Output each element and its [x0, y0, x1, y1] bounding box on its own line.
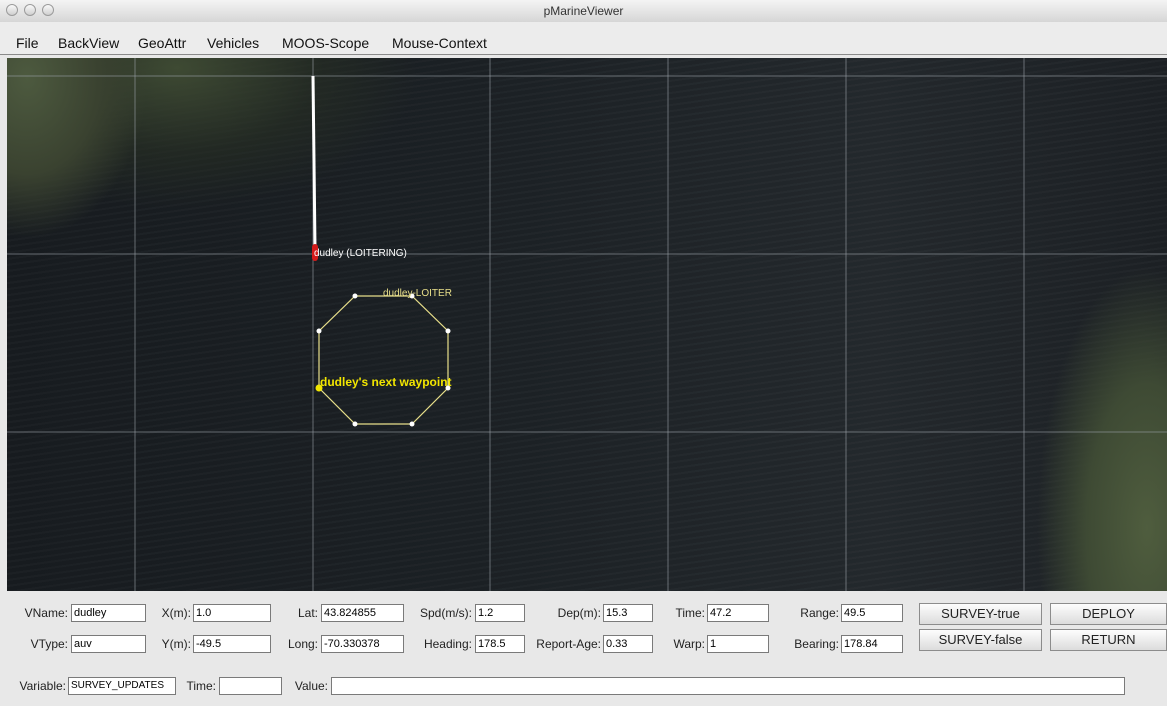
heading-label: Heading:	[423, 637, 472, 651]
range-label: Range:	[800, 606, 839, 620]
vtype-field[interactable]: auv	[71, 635, 146, 653]
vname-label: VName:	[24, 606, 68, 620]
return-button[interactable]: RETURN	[1050, 629, 1167, 651]
survey-true-button[interactable]: SURVEY-true	[919, 603, 1042, 625]
speed-label: Spd(m/s):	[419, 606, 472, 620]
warp-field[interactable]: 1	[707, 635, 769, 653]
time-label: Time:	[675, 606, 705, 620]
vehicle-label: dudley (LOITERING)	[314, 248, 407, 259]
time-field[interactable]: 47.2	[707, 604, 769, 622]
depth-label: Dep(m):	[557, 606, 601, 620]
vname-field[interactable]: dudley	[71, 604, 146, 622]
x-label: X(m):	[161, 606, 191, 620]
scope-time-field[interactable]	[219, 677, 282, 695]
scope-time-label: Time:	[186, 679, 216, 693]
map-viewport[interactable]: dudley (LOITERING) dudley-LOITER dudley'…	[7, 58, 1167, 591]
heading-field[interactable]: 178.5	[475, 635, 525, 653]
deploy-button[interactable]: DEPLOY	[1050, 603, 1167, 625]
loiter-polygon	[318, 295, 449, 425]
report-age-label: Report-Age:	[536, 637, 601, 651]
range-field[interactable]: 49.5	[841, 604, 903, 622]
menu-mouse-context[interactable]: Mouse-Context	[392, 35, 487, 51]
survey-false-button[interactable]: SURVEY-false	[919, 629, 1042, 651]
y-label: Y(m):	[161, 637, 191, 651]
menu-backview[interactable]: BackView	[58, 35, 119, 51]
vehicle-trail	[311, 75, 317, 249]
info-panel: VName: dudley X(m): 1.0 Lat: 43.824855 S…	[0, 591, 1167, 706]
speed-field[interactable]: 1.2	[475, 604, 525, 622]
lat-field[interactable]: 43.824855	[321, 604, 404, 622]
y-field[interactable]: -49.5	[193, 635, 271, 653]
report-age-field[interactable]: 0.33	[603, 635, 653, 653]
scope-variable-label: Variable:	[19, 679, 66, 693]
menu-moos-scope[interactable]: MOOS-Scope	[282, 35, 369, 51]
menu-file[interactable]: File	[16, 35, 39, 51]
warp-label: Warp:	[673, 637, 705, 651]
scope-value-label: Value:	[294, 679, 328, 693]
loiter-label: dudley-LOITER	[383, 288, 452, 299]
x-field[interactable]: 1.0	[193, 604, 271, 622]
map-grid	[7, 58, 1167, 591]
depth-field[interactable]: 15.3	[603, 604, 653, 622]
bearing-label: Bearing:	[794, 637, 839, 651]
waypoint-label: dudley's next waypoint	[320, 375, 452, 389]
long-field[interactable]: -70.330378	[321, 635, 404, 653]
map-overlay: dudley (LOITERING) dudley-LOITER dudley'…	[7, 58, 1167, 591]
long-label: Long:	[287, 637, 318, 651]
menu-bar: File BackView GeoAttr Vehicles MOOS-Scop…	[0, 22, 1167, 55]
window-titlebar: pMarineViewer	[0, 0, 1167, 23]
window-title: pMarineViewer	[543, 4, 624, 18]
vtype-label: VType:	[30, 637, 68, 651]
bearing-field[interactable]: 178.84	[841, 635, 903, 653]
menu-vehicles[interactable]: Vehicles	[207, 35, 259, 51]
lat-label: Lat:	[297, 606, 318, 620]
menu-geoattr[interactable]: GeoAttr	[138, 35, 186, 51]
scope-variable-field[interactable]: SURVEY_UPDATES	[68, 677, 176, 695]
scope-value-field[interactable]	[331, 677, 1125, 695]
